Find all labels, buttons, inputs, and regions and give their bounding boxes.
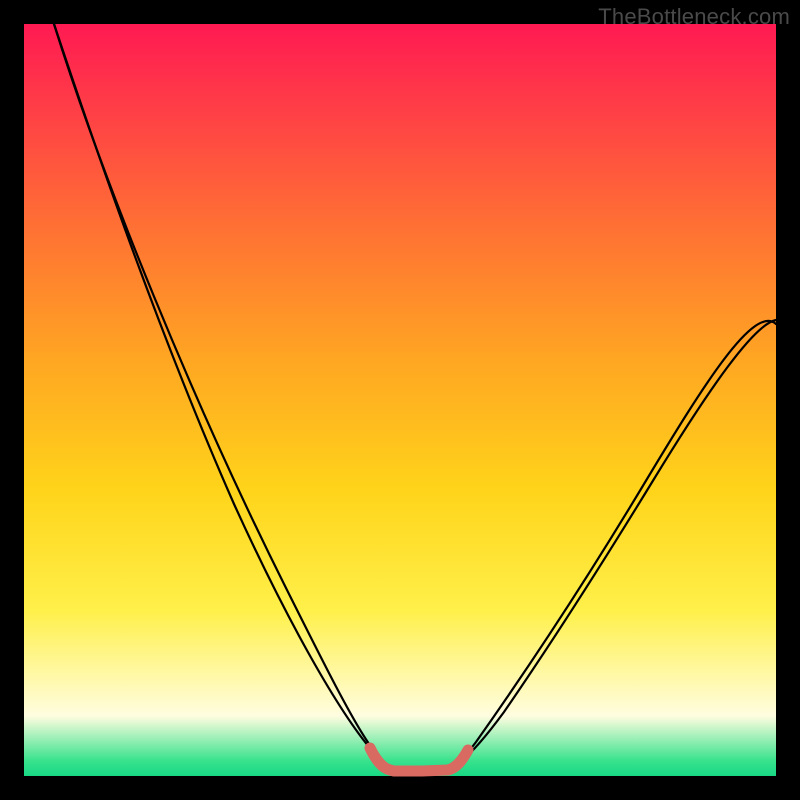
bottleneck-curve-right (450, 320, 776, 769)
bottleneck-curve-left (54, 24, 394, 770)
watermark-text: TheBottleneck.com (598, 4, 790, 30)
bottleneck-curve (54, 24, 776, 772)
outer-frame: TheBottleneck.com (0, 0, 800, 800)
valley-accent-segment (370, 748, 468, 771)
bottleneck-curve-svg (24, 24, 776, 776)
